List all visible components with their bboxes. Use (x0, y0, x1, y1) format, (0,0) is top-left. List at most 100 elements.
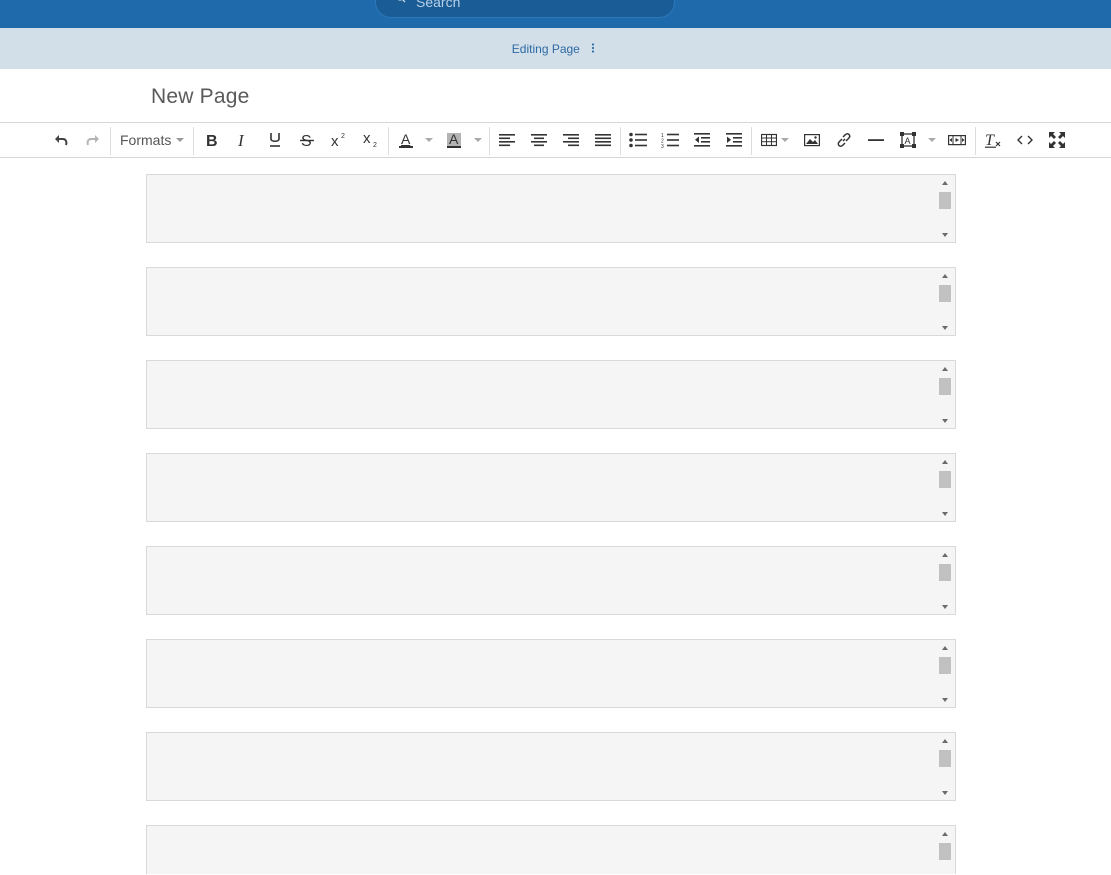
outdent-button[interactable] (691, 123, 713, 157)
image-button[interactable] (801, 123, 823, 157)
content-block[interactable] (146, 267, 956, 336)
scrollbar[interactable] (937, 733, 955, 800)
editing-page-label[interactable]: Editing Page (512, 42, 580, 56)
search-input[interactable] (416, 0, 656, 17)
toolbar-separator (620, 127, 621, 155)
link-button[interactable] (833, 123, 855, 157)
source-code-button[interactable] (1014, 123, 1036, 157)
content-block-input[interactable] (147, 268, 937, 335)
superscript-button[interactable]: x 2 (328, 123, 350, 157)
search-box[interactable] (375, 0, 675, 18)
underline-icon (270, 133, 280, 147)
svg-text:T: T (985, 132, 995, 148)
scroll-down-icon[interactable] (942, 326, 948, 330)
scroll-thumb[interactable] (939, 657, 951, 674)
align-justify-button[interactable] (592, 123, 614, 157)
media-button[interactable] (946, 123, 968, 157)
content-block[interactable] (146, 732, 956, 801)
scroll-up-icon[interactable] (942, 181, 948, 185)
align-right-button[interactable] (560, 123, 582, 157)
undo-icon (55, 135, 68, 146)
content-block-input[interactable] (147, 175, 937, 242)
strikethrough-icon: S (300, 133, 314, 148)
content-block-input[interactable] (147, 547, 937, 614)
background-color-icon: A (447, 132, 461, 148)
bold-button[interactable]: B (200, 123, 222, 157)
background-color-button[interactable]: A (443, 123, 465, 157)
content-block-input[interactable] (147, 733, 937, 800)
italic-button[interactable]: I (232, 123, 254, 157)
search-icon (397, 0, 406, 3)
bullet-list-button[interactable] (627, 123, 649, 157)
subscript-button[interactable]: x 2 (360, 123, 382, 157)
text-box-button[interactable]: A (897, 123, 919, 157)
align-justify-icon (595, 134, 611, 147)
fullscreen-button[interactable] (1046, 123, 1068, 157)
scrollbar[interactable] (937, 454, 955, 521)
align-left-icon (499, 134, 515, 147)
content-block-input[interactable] (147, 454, 937, 521)
scrollbar[interactable] (937, 547, 955, 614)
scroll-down-icon[interactable] (942, 233, 948, 237)
scrollbar[interactable] (937, 175, 955, 242)
scroll-thumb[interactable] (939, 750, 951, 767)
page-title[interactable]: New Page (151, 85, 250, 109)
content-block-input[interactable] (147, 826, 937, 875)
horizontal-rule-button[interactable] (865, 123, 887, 157)
scroll-thumb[interactable] (939, 564, 951, 581)
scroll-up-icon[interactable] (942, 460, 948, 464)
scroll-down-icon[interactable] (942, 512, 948, 516)
align-right-icon (563, 134, 579, 147)
scrollbar[interactable] (937, 640, 955, 707)
indent-button[interactable] (723, 123, 745, 157)
scroll-thumb[interactable] (939, 285, 951, 302)
scroll-thumb[interactable] (939, 378, 951, 395)
redo-button[interactable] (82, 123, 104, 157)
formats-dropdown[interactable]: Formats (120, 123, 185, 157)
content-block[interactable] (146, 360, 956, 429)
align-center-button[interactable] (528, 123, 550, 157)
scroll-up-icon[interactable] (942, 739, 948, 743)
align-left-button[interactable] (496, 123, 518, 157)
scroll-down-icon[interactable] (942, 605, 948, 609)
clear-formatting-button[interactable]: T (982, 123, 1004, 157)
numbered-list-icon: 1 2 3 (661, 133, 679, 148)
scroll-thumb[interactable] (939, 843, 951, 860)
toolbar-separator (751, 127, 752, 155)
text-color-chevron-icon[interactable] (425, 138, 433, 142)
scroll-thumb[interactable] (939, 471, 951, 488)
scroll-down-icon[interactable] (942, 419, 948, 423)
scroll-down-icon[interactable] (942, 791, 948, 795)
scroll-thumb[interactable] (939, 192, 951, 209)
text-box-icon: A (900, 132, 916, 148)
scrollbar[interactable] (937, 826, 955, 875)
text-box-chevron-icon[interactable] (928, 138, 936, 142)
text-color-button[interactable]: A (395, 123, 417, 157)
table-button[interactable] (759, 123, 779, 157)
italic-icon: I (237, 132, 245, 148)
scrollbar[interactable] (937, 361, 955, 428)
content-block[interactable] (146, 174, 956, 243)
content-block[interactable] (146, 639, 956, 708)
table-chevron-icon[interactable] (781, 138, 789, 142)
subscript-icon: x 2 (363, 132, 377, 148)
scroll-up-icon[interactable] (942, 646, 948, 650)
background-color-chevron-icon[interactable] (474, 138, 482, 142)
scrollbar[interactable] (937, 268, 955, 335)
strikethrough-button[interactable]: S (296, 123, 318, 157)
redo-icon (86, 135, 99, 146)
scroll-down-icon[interactable] (942, 698, 948, 702)
scroll-up-icon[interactable] (942, 274, 948, 278)
kebab-menu-icon[interactable] (587, 42, 599, 54)
content-block[interactable] (146, 546, 956, 615)
numbered-list-button[interactable]: 1 2 3 (659, 123, 681, 157)
undo-button[interactable] (50, 123, 72, 157)
underline-button[interactable] (264, 123, 286, 157)
content-block-input[interactable] (147, 640, 937, 707)
scroll-up-icon[interactable] (942, 832, 948, 836)
content-block-input[interactable] (147, 361, 937, 428)
scroll-up-icon[interactable] (942, 367, 948, 371)
scroll-up-icon[interactable] (942, 553, 948, 557)
content-block[interactable] (146, 825, 956, 875)
content-block[interactable] (146, 453, 956, 522)
